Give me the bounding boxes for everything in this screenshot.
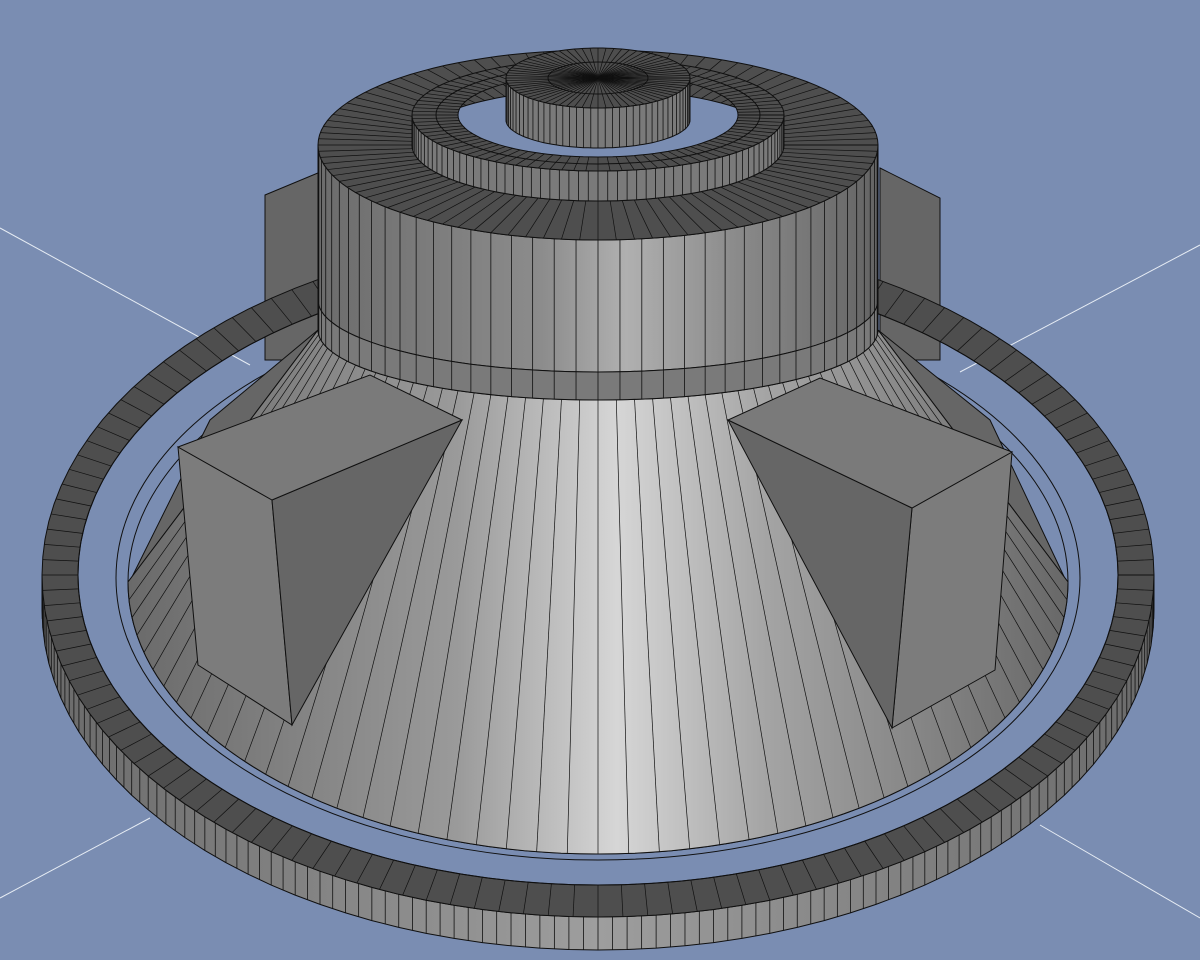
3d-viewport[interactable]: [0, 0, 1200, 960]
motor-assembly[interactable]: [317, 47, 879, 401]
scene-canvas[interactable]: [0, 0, 1200, 960]
